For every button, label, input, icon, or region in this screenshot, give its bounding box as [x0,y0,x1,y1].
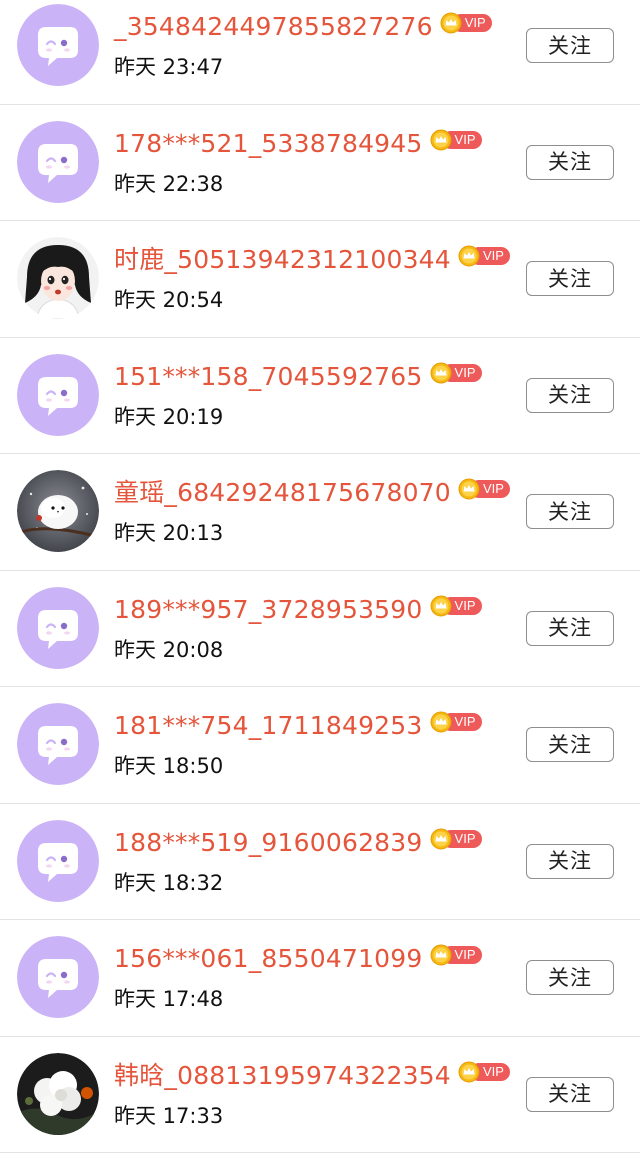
vip-badge: VIP [430,828,482,850]
vip-badge: VIP [458,245,510,267]
default-chat-avatar-icon[interactable] [17,703,99,785]
follow-time: 昨天 20:08 [114,637,224,662]
follow-time: 昨天 20:19 [114,404,224,429]
follow-time: 昨天 23:47 [114,55,224,79]
list-item[interactable]: 189***957_3728953590 VIP 昨天 20:08 关注 [0,571,640,687]
username-row: 188***519_9160062839 VIP [114,828,482,858]
username-row: 童瑶_68429248175678070 VIP [114,478,510,508]
follow-time: 昨天 18:32 [114,870,224,895]
vip-badge: VIP [430,595,482,617]
crown-coin-icon [430,362,452,384]
crown-coin-icon [458,1061,480,1083]
username-row: 181***754_1711849253 VIP [114,711,482,741]
follow-time: 昨天 22:38 [114,171,224,196]
follow-button[interactable]: 关注 [526,28,614,63]
crown-coin-icon [430,828,452,850]
vip-badge: VIP [430,711,482,733]
list-item[interactable]: 151***158_7045592765 VIP 昨天 20:19 关注 [0,338,640,454]
crown-coin-icon [430,944,452,966]
list-item[interactable]: 童瑶_68429248175678070 VIP 昨天 20:13 关注 [0,454,640,571]
crown-coin-icon [430,595,452,617]
cartoon-girl-avatar[interactable] [17,237,99,319]
crown-coin-icon [458,245,480,267]
username-row: 韩晗_08813195974322354 VIP [114,1061,510,1091]
username[interactable]: 189***957_3728953590 [114,595,423,625]
follow-button[interactable]: 关注 [526,377,614,413]
username[interactable]: 童瑶_68429248175678070 [114,478,451,508]
follow-button[interactable]: 关注 [526,610,614,646]
username[interactable]: 156***061_8550471099 [114,944,423,974]
list-item[interactable]: _3548424497855827276 VIP 昨天 23:47 关注 [0,0,640,105]
follow-time: 昨天 17:33 [114,1103,224,1128]
username[interactable]: 178***521_5338784945 [114,129,423,159]
follow-button[interactable]: 关注 [526,727,614,762]
username[interactable]: _3548424497855827276 [114,12,433,42]
follow-button[interactable]: 关注 [526,494,614,529]
list-item[interactable]: 181***754_1711849253 VIP 昨天 18:50 关注 [0,687,640,804]
vip-badge: VIP [430,944,482,966]
username[interactable]: 151***158_7045592765 [114,362,423,392]
vip-badge: VIP [440,12,492,34]
follow-button[interactable]: 关注 [526,1076,614,1112]
default-chat-avatar-icon[interactable] [17,120,99,203]
vip-badge: VIP [458,478,510,500]
default-chat-avatar-icon[interactable] [17,936,99,1018]
follow-time: 昨天 20:54 [114,288,224,312]
default-chat-avatar-icon[interactable] [17,819,99,902]
username-row: 时鹿_50513942312100344 VIP [114,245,510,275]
username-row: 189***957_3728953590 VIP [114,595,482,625]
follow-time: 昨天 18:50 [114,754,224,778]
list-item[interactable]: 韩晗_08813195974322354 VIP 昨天 17:33 关注 [0,1037,640,1153]
username[interactable]: 188***519_9160062839 [114,828,423,858]
vip-badge: VIP [430,362,482,384]
follow-button[interactable]: 关注 [526,960,614,995]
username[interactable]: 时鹿_50513942312100344 [114,245,451,275]
follow-button[interactable]: 关注 [526,843,614,879]
username[interactable]: 181***754_1711849253 [114,711,423,741]
username-row: _3548424497855827276 VIP [114,12,492,42]
list-item[interactable]: 188***519_9160062839 VIP 昨天 18:32 关注 [0,804,640,920]
crown-coin-icon [440,12,462,34]
follow-button[interactable]: 关注 [526,144,614,180]
crown-coin-icon [430,129,452,151]
crown-coin-icon [458,478,480,500]
username-row: 151***158_7045592765 VIP [114,362,482,392]
default-chat-avatar-icon[interactable] [17,353,99,436]
white-flower-photo-avatar[interactable] [17,1052,99,1135]
follow-time: 昨天 20:13 [114,521,224,545]
white-bird-photo-avatar[interactable] [17,470,99,552]
list-item[interactable]: 时鹿_50513942312100344 VIP 昨天 20:54 关注 [0,221,640,338]
follower-list: _3548424497855827276 VIP 昨天 23:47 关注 178… [0,0,640,1153]
username-row: 156***061_8550471099 VIP [114,944,482,974]
follow-time: 昨天 17:48 [114,987,224,1011]
username-row: 178***521_5338784945 VIP [114,129,482,159]
follow-button[interactable]: 关注 [526,261,614,296]
username[interactable]: 韩晗_08813195974322354 [114,1061,451,1091]
vip-badge: VIP [458,1061,510,1083]
vip-badge: VIP [430,129,482,151]
list-item[interactable]: 156***061_8550471099 VIP 昨天 17:48 关注 [0,920,640,1037]
crown-coin-icon [430,711,452,733]
list-item[interactable]: 178***521_5338784945 VIP 昨天 22:38 关注 [0,105,640,221]
default-chat-avatar-icon[interactable] [17,586,99,669]
default-chat-avatar-icon[interactable] [17,4,99,86]
